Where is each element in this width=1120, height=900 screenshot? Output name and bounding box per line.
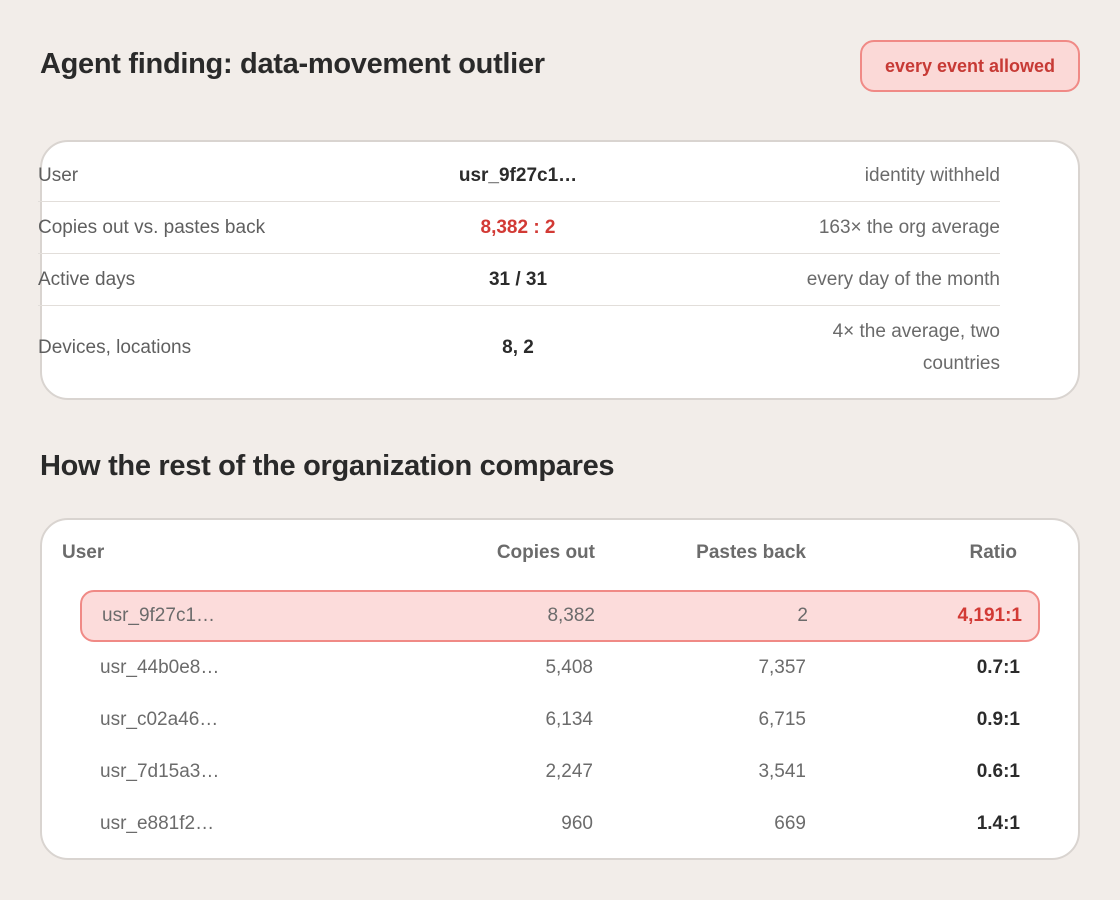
summary-note: 163× the org average: [818, 216, 1000, 238]
cell-user: usr_9f27c1…: [102, 605, 216, 626]
summary-value: usr_9f27c1…: [458, 164, 578, 186]
column-header-pastes: Pastes back: [696, 542, 806, 563]
table-row-highlighted[interactable]: usr_9f27c1… 8,382 2 4,191:1: [80, 590, 1040, 642]
summary-row-user: User usr_9f27c1… identity withheld: [38, 150, 1000, 202]
summary-label: Copies out vs. pastes back: [38, 216, 266, 238]
cell-ratio: 1.4:1: [976, 813, 1020, 834]
table-row[interactable]: usr_c02a46… 6,134 6,715 0.9:1: [80, 694, 1040, 746]
summary-row-copies: Copies out vs. pastes back 8,382 : 2 163…: [38, 202, 1000, 254]
cell-pastes: 669: [774, 813, 806, 834]
table-row[interactable]: usr_44b0e8… 5,408 7,357 0.7:1: [80, 642, 1040, 694]
summary-row-devices: Devices, locations 8, 2 4× the average, …: [38, 310, 1000, 386]
summary-value: 31 / 31: [488, 268, 548, 290]
cell-ratio: 0.9:1: [976, 709, 1020, 730]
column-header-user: User: [62, 542, 105, 563]
column-header-copies: Copies out: [496, 542, 595, 563]
finding-page: Agent finding: data-movement outlier eve…: [0, 0, 1120, 900]
cell-ratio: 0.7:1: [976, 657, 1020, 678]
cell-pastes: 3,541: [758, 761, 806, 782]
cell-user: usr_44b0e8…: [100, 657, 220, 678]
cell-copies: 8,382: [547, 605, 595, 626]
summary-value: 8,382 : 2: [480, 216, 556, 238]
cell-ratio: 4,191:1: [957, 605, 1022, 626]
summary-label: Devices, locations: [38, 337, 192, 358]
summary-value: 8, 2: [502, 337, 534, 358]
summary-label: Active days: [38, 268, 136, 290]
cell-pastes: 7,357: [758, 657, 806, 678]
table-header: User Copies out Pastes back Ratio: [62, 540, 1018, 566]
cell-copies: 2,247: [545, 761, 593, 782]
summary-row-active-days: Active days 31 / 31 every day of the mon…: [38, 254, 1000, 306]
table-row[interactable]: usr_7d15a3… 2,247 3,541 0.6:1: [80, 746, 1040, 798]
section-title: How the rest of the organization compare…: [40, 450, 615, 482]
table-row[interactable]: usr_e881f2… 960 669 1.4:1: [80, 798, 1040, 850]
summary-note: identity withheld: [864, 164, 1000, 186]
cell-copies: 6,134: [545, 709, 593, 730]
cell-pastes: 6,715: [758, 709, 806, 730]
cell-copies: 5,408: [545, 657, 593, 678]
cell-user: usr_7d15a3…: [100, 761, 220, 782]
summary-note: every day of the month: [806, 268, 1000, 290]
page-title: Agent finding: data-movement outlier: [40, 48, 545, 80]
cell-user: usr_c02a46…: [100, 709, 219, 730]
cell-user: usr_e881f2…: [100, 813, 215, 834]
cell-pastes: 2: [797, 605, 808, 626]
cell-copies: 960: [561, 813, 593, 834]
summary-note: 4× the average, two countries: [832, 321, 1000, 374]
cell-ratio: 0.6:1: [976, 761, 1020, 782]
summary-label: User: [38, 164, 79, 186]
status-badge: every event allowed: [860, 40, 1080, 92]
column-header-ratio: Ratio: [969, 542, 1018, 563]
